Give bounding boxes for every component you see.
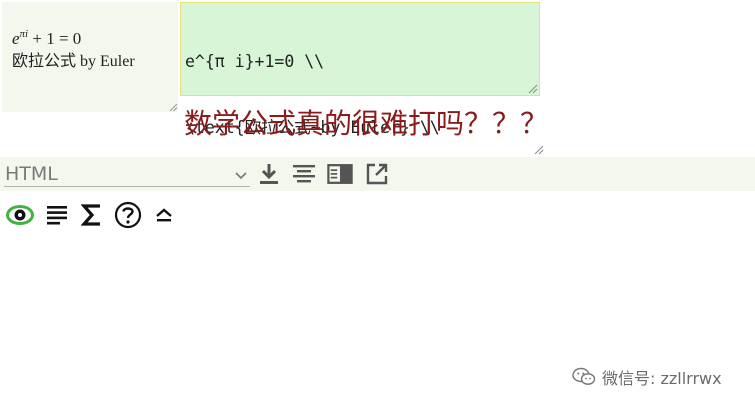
align-center-icon <box>293 165 315 183</box>
equation-base: e <box>12 29 20 48</box>
chevron-down-icon <box>235 172 247 180</box>
rendered-equation: eπi + 1 = 0 <box>12 28 178 50</box>
editor-line-1: e^{π i}+1=0 \\ <box>185 52 325 71</box>
rendered-caption: 欧拉公式 by Euler <box>12 53 135 70</box>
help-icon <box>114 201 142 229</box>
format-select-value: HTML <box>5 163 58 185</box>
preview-resize-grip-icon[interactable] <box>168 102 178 112</box>
sigma-icon <box>81 204 100 226</box>
list-icon <box>47 206 67 225</box>
watermark: 微信号: zzllrrwx <box>572 365 722 389</box>
formula-button[interactable] <box>77 200 107 230</box>
format-select[interactable]: HTML <box>4 161 250 187</box>
collapse-icon <box>156 208 172 222</box>
toolbar: HTML <box>0 157 755 191</box>
eye-icon <box>6 205 34 225</box>
help-button[interactable] <box>113 200 143 230</box>
latex-source-editor[interactable]: e^{π i}+1=0 \\ \text{欧拉公式~by Euler} \\ <box>180 2 540 137</box>
annotation-resize-grip-icon[interactable] <box>533 144 544 155</box>
open-external-icon <box>366 163 388 185</box>
watermark-text: 微信号: zzllrrwx <box>602 369 722 388</box>
download-icon <box>260 164 278 184</box>
equation-exponent: πi <box>19 28 29 40</box>
collapse-button[interactable] <box>149 200 179 230</box>
wechat-logo-icon <box>572 367 596 385</box>
equation-rest: + 1 = 0 <box>28 29 82 48</box>
reader-mode-button[interactable] <box>327 161 353 187</box>
open-external-button[interactable] <box>364 161 390 187</box>
reader-icon <box>327 164 353 184</box>
rendered-preview: eπi + 1 = 0 欧拉公式 by Euler <box>2 2 178 112</box>
download-button[interactable] <box>256 161 282 187</box>
align-center-button[interactable] <box>291 161 317 187</box>
annotation-text: 数学公式真的很难打吗？？？ <box>184 107 549 140</box>
editor-resize-grip-icon[interactable] <box>527 83 538 94</box>
preview-toggle-button[interactable] <box>5 200 35 230</box>
list-button[interactable] <box>42 200 72 230</box>
